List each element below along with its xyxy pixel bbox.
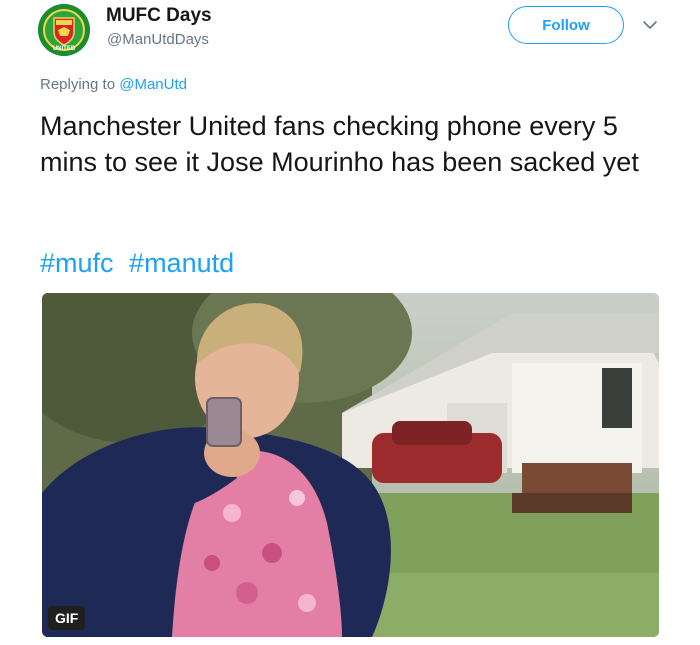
follow-button[interactable]: Follow <box>508 6 624 44</box>
media-gif[interactable] <box>42 293 659 637</box>
manchester-united-crest-icon: UNITED <box>38 4 90 56</box>
gif-badge: GIF <box>48 606 86 630</box>
reply-context: Replying to @ManUtd <box>40 76 187 93</box>
hashtag-link[interactable]: #mufc <box>40 248 114 278</box>
reply-mention-link[interactable]: @ManUtd <box>119 76 187 93</box>
reply-prefix: Replying to <box>40 76 116 93</box>
crest-text: UNITED <box>53 46 76 52</box>
avatar[interactable]: UNITED <box>38 4 90 56</box>
hashtags: #mufc #manutd <box>40 248 242 279</box>
chevron-down-icon[interactable] <box>642 18 658 32</box>
user-handle[interactable]: @ManUtdDays <box>107 31 209 48</box>
tweet-text: Manchester United fans checking phone ev… <box>40 111 639 177</box>
display-name[interactable]: MUFC Days <box>106 5 212 27</box>
hashtag-link[interactable]: #manutd <box>129 248 234 278</box>
woman-looking-at-phone-gif <box>42 293 659 637</box>
